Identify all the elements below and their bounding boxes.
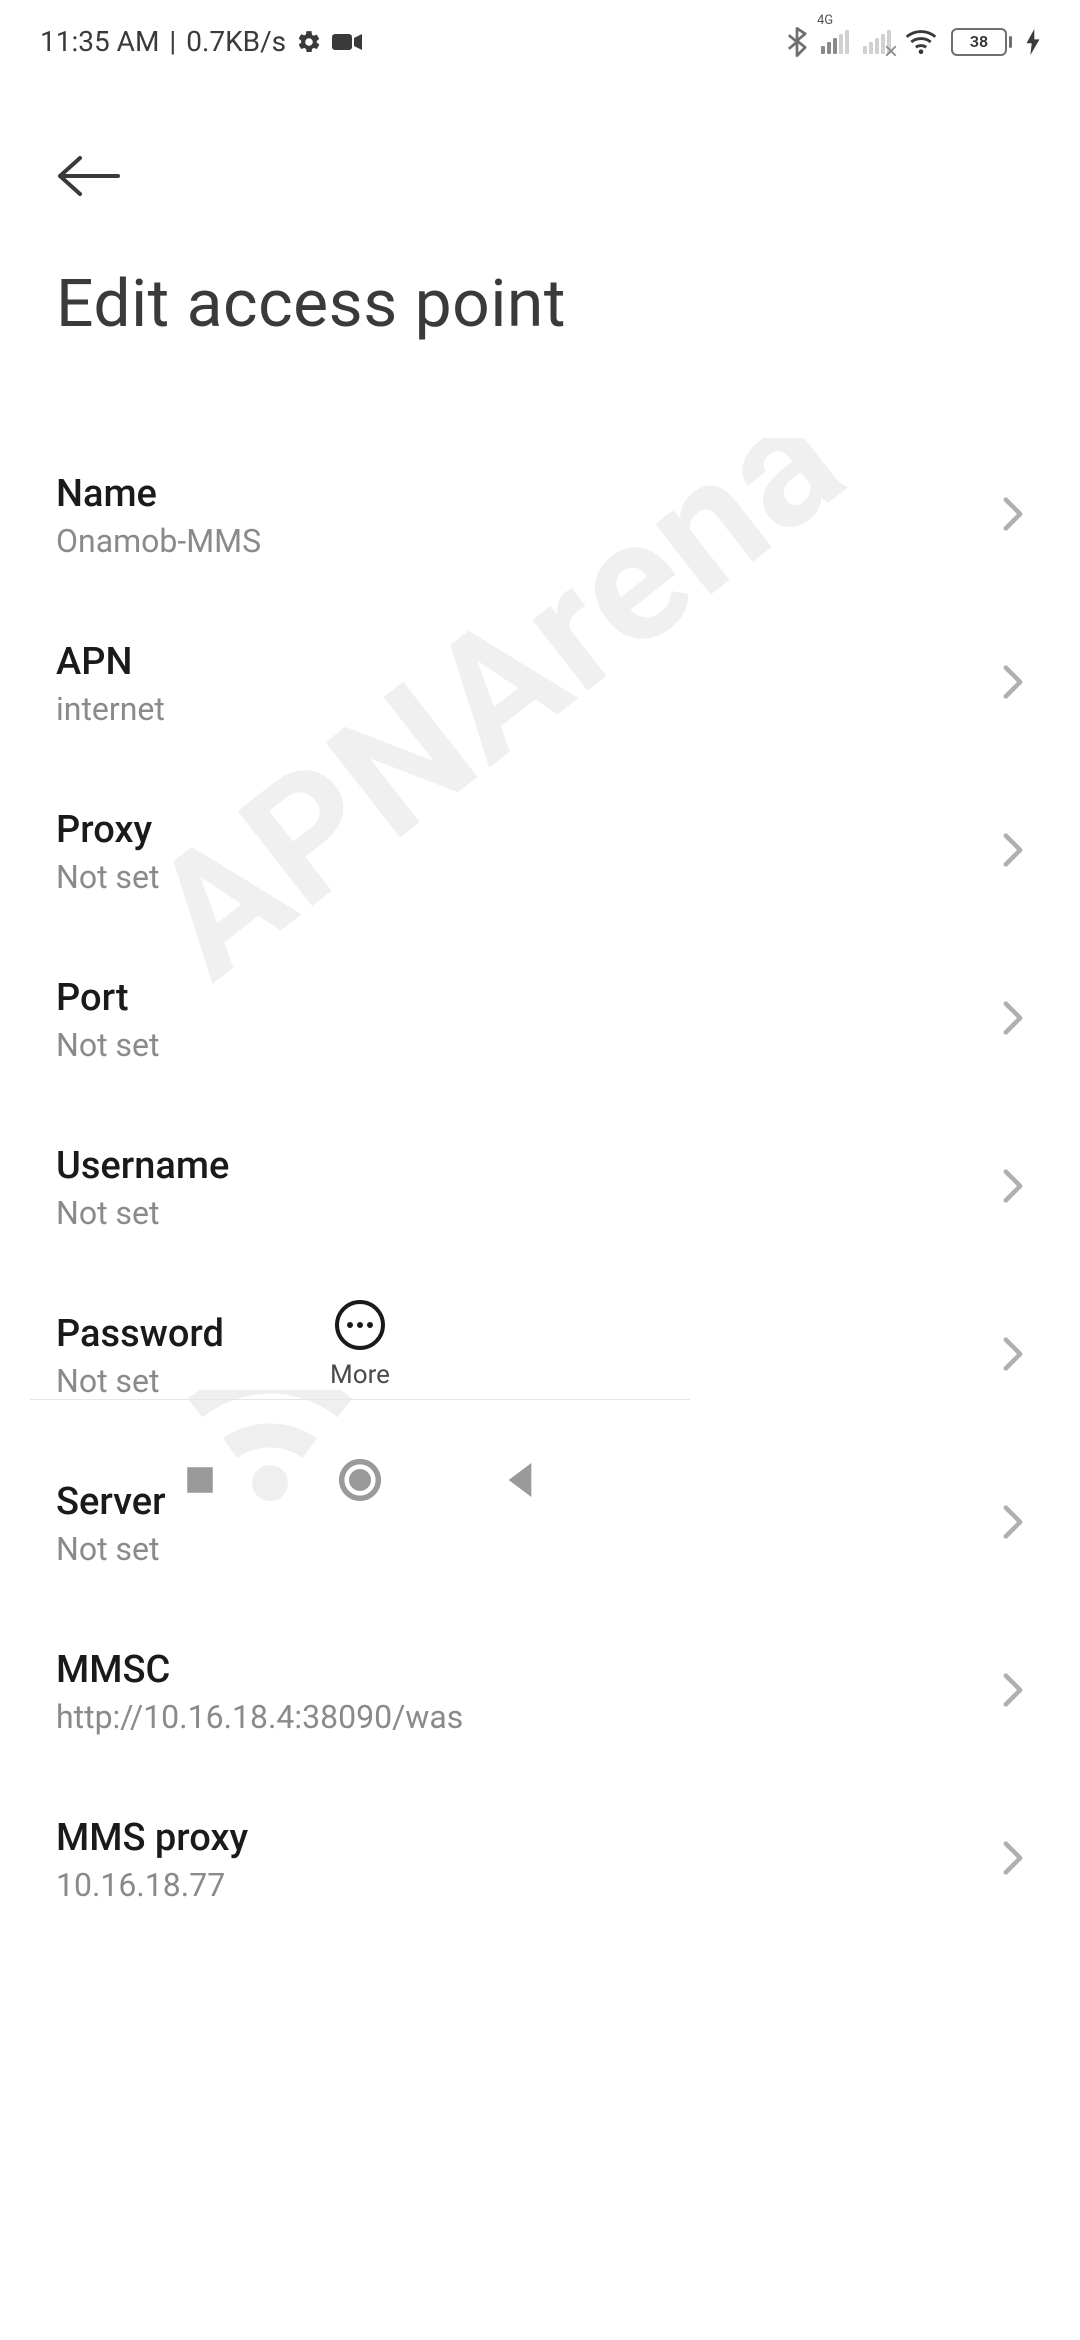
- setting-value: Onamob-MMS: [56, 522, 982, 560]
- setting-item-mmsc[interactable]: MMSC http://10.16.18.4:38090/was: [56, 1614, 1024, 1782]
- back-arrow-icon: [56, 154, 122, 198]
- chevron-right-icon: [1002, 1840, 1024, 1880]
- status-separator: |: [169, 28, 176, 56]
- battery-icon: 38: [951, 28, 1012, 56]
- setting-label: MMSC: [56, 1648, 982, 1692]
- setting-value: Not set: [56, 1530, 982, 1568]
- setting-item-username[interactable]: Username Not set: [56, 1110, 1024, 1278]
- setting-item-name[interactable]: Name Onamob-MMS: [56, 438, 1024, 606]
- setting-value: Not set: [56, 1362, 982, 1400]
- gear-icon: [296, 29, 322, 55]
- signal-sim2-icon: [863, 30, 891, 54]
- settings-list: APNArena Name Onamob-MMS APN internet Pr…: [0, 438, 1080, 1988]
- setting-item-apn[interactable]: APN internet: [56, 606, 1024, 774]
- battery-percentage: 38: [953, 30, 1005, 54]
- setting-item-password[interactable]: Password Not set: [56, 1278, 1024, 1446]
- setting-value: Not set: [56, 858, 982, 896]
- chevron-right-icon: [1002, 1672, 1024, 1712]
- signal-label-4g: 4G: [817, 14, 833, 27]
- chevron-right-icon: [1002, 1336, 1024, 1376]
- setting-label: Password: [56, 1312, 982, 1356]
- page-title: Edit access point: [56, 266, 1024, 343]
- setting-item-port[interactable]: Port Not set: [56, 942, 1024, 1110]
- chevron-right-icon: [1002, 1000, 1024, 1040]
- camera-icon: [332, 32, 362, 52]
- bluetooth-icon: [787, 27, 807, 57]
- status-network-speed: 0.7KB/s: [186, 28, 286, 56]
- charging-icon: [1026, 29, 1040, 55]
- status-right: 4G 38: [787, 27, 1040, 57]
- status-bar: 11:35 AM | 0.7KB/s 4G: [0, 0, 1080, 66]
- setting-item-mms-proxy[interactable]: MMS proxy 10.16.18.77: [56, 1782, 1024, 1950]
- setting-label: Name: [56, 472, 982, 516]
- signal-sim1-icon: 4G: [821, 30, 849, 54]
- setting-value: 10.16.18.77: [56, 1866, 982, 1904]
- chevron-right-icon: [1002, 832, 1024, 872]
- setting-label: Username: [56, 1144, 982, 1188]
- setting-label: Port: [56, 976, 982, 1020]
- setting-label: Server: [56, 1480, 982, 1524]
- setting-label: Proxy: [56, 808, 982, 852]
- back-button[interactable]: [56, 146, 131, 206]
- wifi-icon: [905, 29, 937, 55]
- chevron-right-icon: [1002, 1504, 1024, 1544]
- setting-value: internet: [56, 690, 982, 728]
- setting-item-server[interactable]: Server Not set: [56, 1446, 1024, 1614]
- chevron-right-icon: [1002, 1168, 1024, 1208]
- header: Edit access point: [0, 66, 1080, 438]
- chevron-right-icon: [1002, 664, 1024, 704]
- setting-value: Not set: [56, 1026, 982, 1064]
- status-left: 11:35 AM | 0.7KB/s: [40, 28, 362, 56]
- status-time: 11:35 AM: [40, 28, 159, 56]
- setting-value: Not set: [56, 1194, 982, 1232]
- chevron-right-icon: [1002, 496, 1024, 536]
- setting-item-proxy[interactable]: Proxy Not set: [56, 774, 1024, 942]
- setting-label: APN: [56, 640, 982, 684]
- setting-value: http://10.16.18.4:38090/was: [56, 1698, 982, 1736]
- setting-label: MMS proxy: [56, 1816, 982, 1860]
